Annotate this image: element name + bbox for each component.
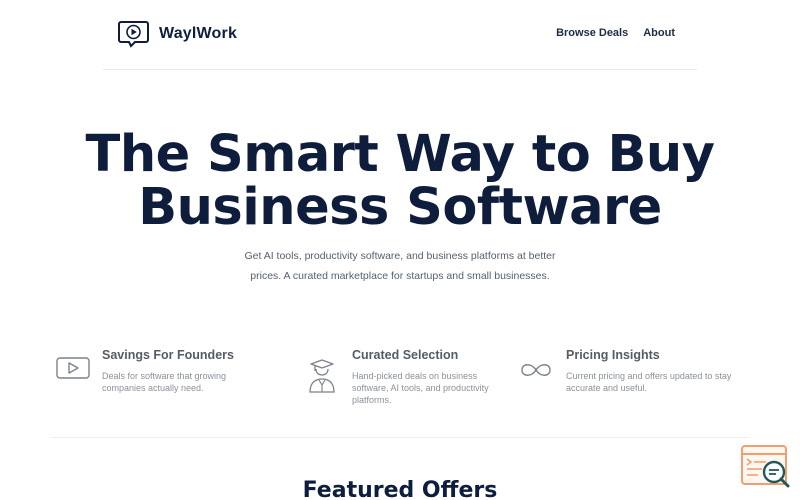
feature-desc: Deals for software that growing companie… [102,371,227,393]
header-divider [103,69,697,70]
site-header: WaylWork Browse Deals About [0,0,800,70]
feature-desc: Hand-picked deals on business software, … [352,371,489,405]
main-nav: Browse Deals About [556,27,675,39]
features-row: Savings For Founders Deals for software … [0,346,800,416]
hero-subtitle: Get AI tools, productivity software, and… [244,250,556,282]
graduate-icon [309,359,335,393]
feature-title: Pricing Insights [566,348,660,362]
logo-play-bubble-icon [118,21,149,48]
code-search-widget[interactable] [740,444,792,490]
hero-title: The Smart Way to Buy Business Software [0,128,800,234]
feature-desc: Current pricing and offers updated to st… [566,371,732,393]
nav-browse-deals[interactable]: Browse Deals [556,27,628,39]
code-search-icon [741,445,790,488]
hero-title-line-1: The Smart Way to Buy [85,125,715,184]
feature-title: Savings For Founders [102,348,234,362]
featured-offers-heading: Featured Offers [302,478,498,500]
hero-title-line-2: Business Software [138,178,662,237]
brand-logo[interactable]: WaylWork [117,20,237,48]
play-video-icon [56,357,90,379]
feature-title: Curated Selection [352,348,459,362]
nav-about[interactable]: About [643,27,675,39]
section-divider [50,437,750,438]
hero-section: The Smart Way to Buy Business Software G… [0,128,800,286]
brand-name: WaylWork [159,25,238,42]
infinity-icon [521,364,551,376]
